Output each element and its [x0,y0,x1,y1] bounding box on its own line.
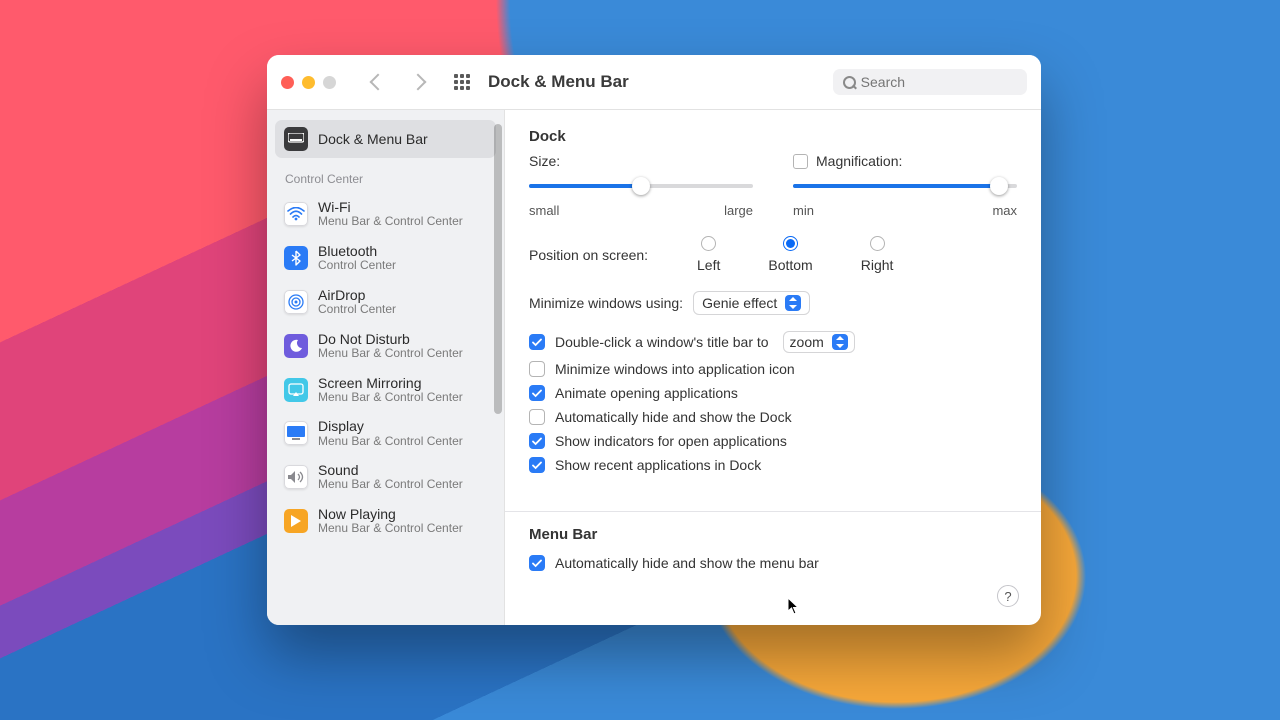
sidebar-item-airdrop[interactable]: AirDrop Control Center [275,280,496,324]
select-arrow-icon [832,334,848,350]
size-slider[interactable] [529,175,753,197]
help-button[interactable]: ? [997,585,1019,607]
sidebar-item-label: Screen Mirroring [318,375,463,391]
menubar-heading: Menu Bar [529,526,1017,543]
magnification-slider[interactable] [793,175,1017,197]
recent-checkbox[interactable] [529,457,545,473]
play-icon [284,509,308,533]
close-button[interactable] [281,76,294,89]
cursor-icon [787,597,801,615]
sidebar-item-sublabel: Menu Bar & Control Center [318,391,463,405]
animate-label: Animate opening applications [555,385,738,401]
sidebar-item-label: AirDrop [318,287,396,303]
position-right-radio[interactable] [870,236,885,251]
bluetooth-icon [284,246,308,270]
position-left-radio[interactable] [701,236,716,251]
content-area: Dock & Menu Bar Control Center Wi-Fi Men… [267,110,1041,625]
scroll-thumb[interactable] [494,124,502,414]
main-pane: Dock Size: small large Magnification: [505,110,1041,625]
dock-heading: Dock [529,128,1017,145]
sidebar-section-header: Control Center [275,158,496,192]
moon-icon [284,334,308,358]
select-arrow-icon [785,295,801,311]
sidebar-item-do-not-disturb[interactable]: Do Not Disturb Menu Bar & Control Center [275,324,496,368]
sidebar-item-label: Now Playing [318,506,463,522]
mirroring-icon [284,378,308,402]
airdrop-icon [284,290,308,314]
indicators-checkbox[interactable] [529,433,545,449]
indicators-label: Show indicators for open applications [555,433,787,449]
minimize-effect-value: Genie effect [702,295,777,311]
position-left-label: Left [697,257,720,273]
sidebar-item-label: Wi-Fi [318,199,463,215]
search-input[interactable] [861,74,1017,90]
sidebar-item-sublabel: Menu Bar & Control Center [318,347,463,361]
magnification-checkbox[interactable] [793,154,808,169]
sidebar-item-bluetooth[interactable]: Bluetooth Control Center [275,236,496,280]
sidebar-item-sublabel: Menu Bar & Control Center [318,478,463,492]
size-max-label: large [724,203,753,218]
dock-icon [284,127,308,151]
min_into_icon-label: Minimize windows into application icon [555,361,795,377]
show-all-button[interactable] [454,74,470,90]
sidebar-item-sublabel: Menu Bar & Control Center [318,522,463,536]
dblclick-label: Double-click a window's title bar to [555,334,769,350]
position-bottom-radio[interactable] [783,236,798,251]
recent-label: Show recent applications in Dock [555,457,761,473]
sidebar-item-display[interactable]: Display Menu Bar & Control Center [275,411,496,455]
sidebar-item-label: Dock & Menu Bar [318,131,428,147]
doubleclick-action-select[interactable]: zoom [783,331,855,353]
traffic-lights [281,76,336,89]
size-min-label: small [529,203,559,218]
forward-button[interactable] [410,74,427,91]
menubar-autohide-label: Automatically hide and show the menu bar [555,555,819,571]
sidebar-item-sublabel: Control Center [318,259,396,273]
sound-icon [284,465,308,489]
titlebar: Dock & Menu Bar [267,55,1041,110]
position-right-label: Right [861,257,894,273]
dblclick-checkbox[interactable] [529,334,545,350]
position-label: Position on screen: [529,247,677,263]
sidebar-item-sublabel: Control Center [318,303,396,317]
window-title: Dock & Menu Bar [488,72,629,92]
sidebar-item-dock-menu-bar[interactable]: Dock & Menu Bar [275,120,496,158]
preferences-window: Dock & Menu Bar Dock & Menu Bar Control … [267,55,1041,625]
dock-checkbox-list: Double-click a window's title bar to zoo… [529,327,1017,477]
sidebar-item-label: Do Not Disturb [318,331,463,347]
minimize-using-label: Minimize windows using: [529,295,683,311]
min_into_icon-checkbox[interactable] [529,361,545,377]
minimize-button[interactable] [302,76,315,89]
autohide-label: Automatically hide and show the Dock [555,409,792,425]
sidebar-item-sublabel: Menu Bar & Control Center [318,215,463,229]
display-icon [284,421,308,445]
back-button[interactable] [370,74,387,91]
nav-buttons [372,76,424,88]
search-icon [843,76,855,89]
sidebar-item-now-playing[interactable]: Now Playing Menu Bar & Control Center [275,499,496,543]
position-bottom-label: Bottom [768,257,812,273]
section-divider [505,511,1041,512]
mag-min-label: min [793,203,814,218]
autohide-checkbox[interactable] [529,409,545,425]
sidebar-item-label: Sound [318,462,463,478]
minimize-effect-select[interactable]: Genie effect [693,291,810,315]
search-field[interactable] [833,69,1027,95]
sidebar-scrollbar[interactable] [492,110,504,625]
sidebar-item-label: Display [318,418,463,434]
position-radio-group: Left Bottom Right [697,236,893,273]
doubleclick-action-value: zoom [790,334,824,350]
sidebar-item-sound[interactable]: Sound Menu Bar & Control Center [275,455,496,499]
maximize-button[interactable] [323,76,336,89]
menubar-autohide-checkbox[interactable] [529,555,545,571]
mag-max-label: max [992,203,1017,218]
animate-checkbox[interactable] [529,385,545,401]
sidebar-item-sublabel: Menu Bar & Control Center [318,435,463,449]
sidebar-item-label: Bluetooth [318,243,396,259]
magnification-label: Magnification: [816,153,902,169]
size-label: Size: [529,153,753,169]
sidebar[interactable]: Dock & Menu Bar Control Center Wi-Fi Men… [267,110,505,625]
sidebar-item-wi-fi[interactable]: Wi-Fi Menu Bar & Control Center [275,192,496,236]
wifi-icon [284,202,308,226]
sidebar-item-screen-mirroring[interactable]: Screen Mirroring Menu Bar & Control Cent… [275,368,496,412]
